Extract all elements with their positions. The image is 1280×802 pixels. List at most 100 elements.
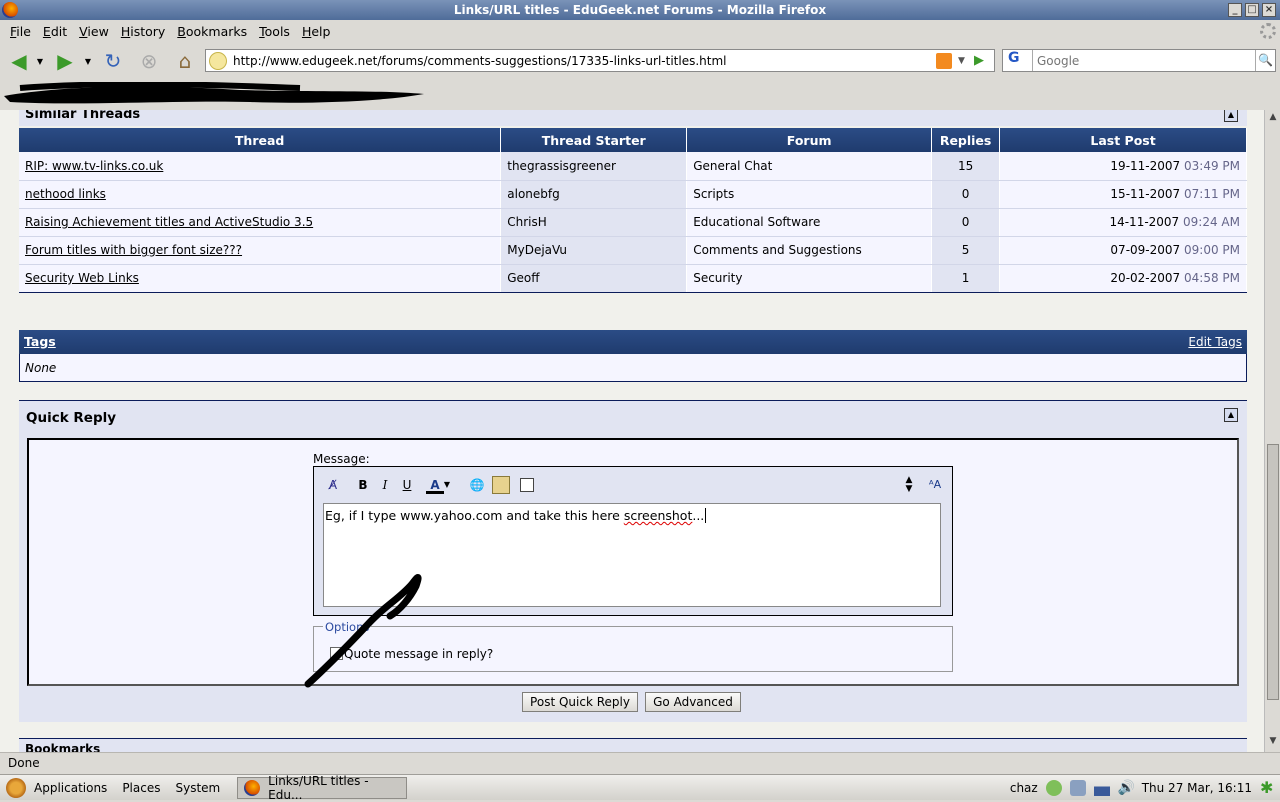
menu-file[interactable]: File (4, 24, 37, 39)
gnome-panel: Applications Places System Links/URL tit… (0, 774, 1280, 802)
forward-icon[interactable]: ▶ (52, 48, 78, 74)
last-post-date: 14-11-2007 (1109, 215, 1180, 229)
post-quick-reply-button[interactable]: Post Quick Reply (522, 692, 638, 712)
menu-view[interactable]: View (73, 24, 115, 39)
column-header-forum[interactable]: Forum (686, 128, 933, 152)
menu-help[interactable]: Help (296, 24, 337, 39)
resize-editor-icon[interactable]: ▲ ▼ (900, 476, 918, 494)
menu-bookmarks[interactable]: Bookmarks (171, 24, 253, 39)
menu-history[interactable]: History (115, 24, 171, 39)
places-menu[interactable]: Places (122, 781, 160, 795)
close-button[interactable]: × (1262, 3, 1276, 17)
forward-history-dropdown[interactable]: ▼ (82, 48, 94, 74)
volume-icon[interactable]: 🔊 (1118, 780, 1135, 796)
go-advanced-button[interactable]: Go Advanced (645, 692, 741, 712)
scrollbar-thumb[interactable] (1267, 444, 1279, 700)
signal-icon[interactable] (1093, 780, 1110, 796)
taskbar-firefox-window[interactable]: Links/URL titles - Edu... (237, 774, 408, 802)
thread-link[interactable]: Forum titles with bigger font size??? (25, 243, 242, 257)
thread-link[interactable]: Raising Achievement titles and ActiveStu… (25, 215, 313, 229)
network-icon[interactable] (1045, 780, 1062, 796)
menu-edit[interactable]: Edit (37, 24, 73, 39)
user-name[interactable]: chaz (1010, 781, 1038, 795)
search-magnifier-icon[interactable]: 🔍 (1255, 50, 1275, 71)
throbber-icon (1260, 23, 1276, 39)
italic-icon[interactable]: I (376, 476, 394, 494)
edit-tags-link[interactable]: Edit Tags (1188, 335, 1242, 349)
table-row: Security Web Links Geoff Security 1 20-0… (19, 264, 1247, 293)
url-text[interactable]: http://www.edugeek.net/forums/comments-s… (233, 54, 936, 68)
back-icon[interactable]: ◀ (6, 48, 32, 74)
url-dropdown-icon[interactable]: ▼ (958, 56, 974, 66)
scroll-up-icon[interactable]: ▲ (1265, 112, 1280, 126)
system-menu[interactable]: System (175, 781, 220, 795)
minimize-button[interactable]: _ (1228, 3, 1242, 17)
firefox-icon (244, 779, 261, 796)
tags-link[interactable]: Tags (24, 334, 56, 349)
last-post-time: 07:11 PM (1184, 187, 1240, 201)
gnome-foot-icon[interactable] (6, 777, 26, 798)
thread-starter: Geoff (500, 264, 688, 293)
column-header-replies[interactable]: Replies (931, 128, 1001, 152)
similar-threads-heading: Similar Threads (19, 110, 1247, 126)
bookmarks-heading: Bookmarks (19, 738, 1247, 752)
home-icon[interactable]: ⌂ (172, 48, 198, 74)
last-post-time: 03:49 PM (1184, 158, 1240, 173)
stop-icon[interactable]: ⊗ (136, 48, 162, 74)
search-engine-icon[interactable]: G (1003, 50, 1033, 71)
message-text-end: ... (692, 508, 705, 523)
table-row: nethood links alonebfg Scripts 0 15-11-2… (19, 180, 1247, 209)
thread-replies: 5 (931, 236, 1001, 265)
go-icon[interactable]: ▶ (974, 53, 994, 68)
underline-icon[interactable]: U (398, 476, 416, 494)
thread-link[interactable]: nethood links (25, 187, 106, 201)
collapse-similar-icon[interactable]: ▲ (1224, 110, 1238, 122)
reload-icon[interactable]: ↻ (100, 48, 126, 74)
table-header-row: Thread Thread Starter Forum Replies Last… (19, 128, 1247, 152)
battery-icon[interactable] (1069, 780, 1086, 796)
page-scrollbar[interactable]: ▲ ▼ (1264, 110, 1280, 752)
thread-link[interactable]: RIP: www.tv-links.co.uk (25, 159, 163, 173)
search-input[interactable] (1033, 53, 1255, 68)
column-header-last-post[interactable]: Last Post (999, 128, 1247, 152)
thread-starter: ChrisH (500, 208, 688, 237)
status-bar: Done (0, 752, 1280, 774)
tags-heading-bar: Tags Edit Tags (19, 330, 1247, 354)
bold-icon[interactable]: B (354, 476, 372, 494)
similar-threads-table: Thread Thread Starter Forum Replies Last… (19, 128, 1247, 293)
url-bar[interactable]: http://www.edugeek.net/forums/comments-s… (205, 49, 995, 72)
panel-tray: chaz 🔊 Thu 27 Mar, 16:11 ✱ (1010, 775, 1280, 801)
site-identity-icon[interactable] (209, 51, 227, 70)
menu-bar: File Edit View History Bookmarks Tools H… (0, 20, 1280, 42)
thread-forum: Security (686, 264, 933, 293)
insert-image-icon[interactable] (492, 476, 510, 494)
maximize-button[interactable]: □ (1245, 3, 1259, 17)
thread-link[interactable]: Security Web Links (25, 271, 139, 285)
logout-icon[interactable]: ✱ (1260, 780, 1276, 796)
scroll-down-icon[interactable]: ▼ (1265, 736, 1280, 750)
font-color-dropdown-icon[interactable]: ▼ (442, 476, 452, 494)
back-history-dropdown[interactable]: ▼ (34, 48, 46, 74)
search-bar[interactable]: G 🔍 (1002, 49, 1276, 72)
thread-forum: Comments and Suggestions (686, 236, 933, 265)
menu-tools[interactable]: Tools (253, 24, 296, 39)
thread-forum: General Chat (686, 152, 933, 181)
column-header-starter[interactable]: Thread Starter (500, 128, 688, 152)
applications-menu[interactable]: Applications (34, 781, 107, 795)
thread-forum: Educational Software (686, 208, 933, 237)
thread-last-post: 20-02-2007 04:58 PM (999, 264, 1247, 293)
last-post-time: 09:00 PM (1184, 243, 1240, 257)
last-post-date: 19-11-2007 (1110, 158, 1181, 173)
table-row: Raising Achievement titles and ActiveStu… (19, 208, 1247, 237)
remove-formatting-icon[interactable]: A̸ (324, 476, 342, 494)
collapse-quick-reply-icon[interactable]: ▲ (1224, 408, 1238, 422)
rss-feed-icon[interactable] (936, 52, 952, 69)
last-post-date: 07-09-2007 (1110, 243, 1181, 257)
clock[interactable]: Thu 27 Mar, 16:11 (1142, 781, 1252, 795)
column-header-thread[interactable]: Thread (19, 128, 502, 152)
switch-editor-mode-icon[interactable]: ᴬA (926, 476, 944, 494)
table-row: RIP: www.tv-links.co.uk thegrassisgreene… (19, 152, 1247, 181)
redaction-scribble (4, 82, 424, 104)
insert-link-icon[interactable]: 🌐 (468, 476, 486, 494)
wrap-quote-icon[interactable] (520, 478, 534, 492)
